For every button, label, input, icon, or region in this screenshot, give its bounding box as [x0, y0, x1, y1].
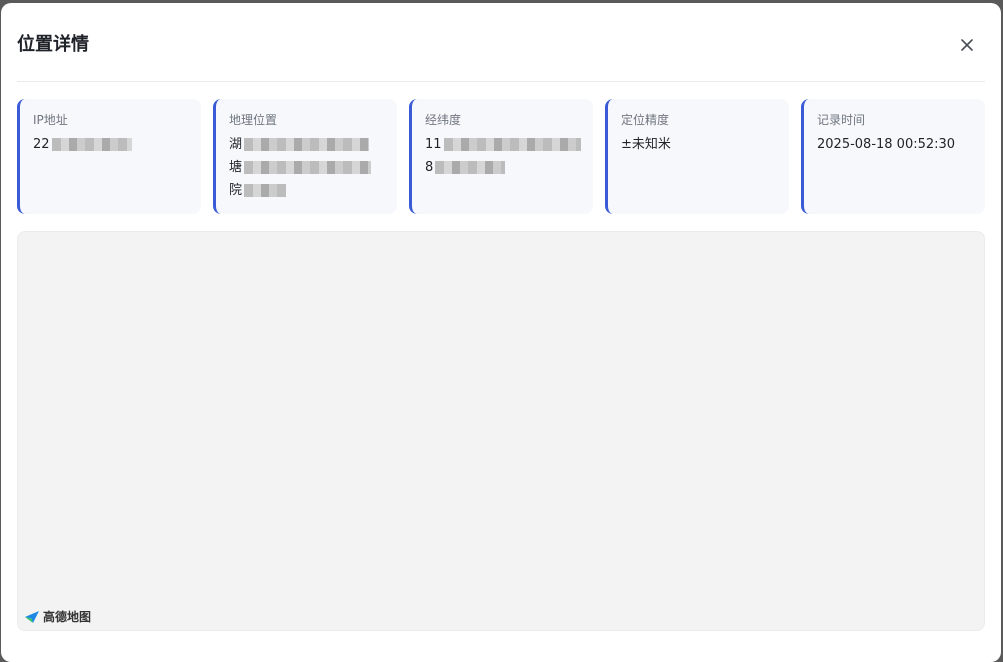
- geo-location-value: 湖 塘 院: [229, 133, 385, 202]
- ip-label: IP地址: [33, 113, 68, 127]
- geo-location-line: 塘: [229, 160, 243, 175]
- record-time-label: 记录时间: [817, 113, 866, 127]
- longitude-line: 11: [425, 137, 442, 152]
- amap-logo-icon: [25, 610, 39, 623]
- accuracy-value: ±未知米: [621, 137, 671, 152]
- dialog-title: 位置详情: [17, 34, 89, 55]
- redacted-mask: [51, 138, 132, 151]
- redacted-mask: [443, 138, 581, 151]
- location-details-dialog: 位置详情 IP地址 22 地理位置 湖 塘 院 经纬度 11 8 定位精度 ±未…: [1, 3, 1001, 662]
- accuracy-label: 定位精度: [621, 113, 670, 127]
- record-time-value: 2025-08-18 00:52:30: [817, 137, 956, 152]
- geo-location-line: 院: [229, 183, 243, 198]
- ip-value-line: 22: [33, 137, 50, 152]
- coordinates-value: 11 8: [425, 133, 581, 179]
- accuracy-card: 定位精度 ±未知米: [605, 99, 789, 214]
- record-time-card: 记录时间 2025-08-18 00:52:30: [801, 99, 985, 214]
- close-icon: [961, 39, 973, 51]
- geo-location-label: 地理位置: [229, 113, 278, 127]
- header-divider: [17, 81, 985, 82]
- latitude-line: 8: [425, 160, 434, 175]
- ip-value: 22: [33, 133, 189, 156]
- geo-location-line: 湖: [229, 137, 243, 152]
- coordinates-label: 经纬度: [425, 113, 462, 127]
- redacted-mask: [244, 161, 372, 174]
- redacted-mask: [244, 138, 370, 151]
- map-provider-name: 高德地图: [43, 610, 92, 624]
- coordinates-card: 经纬度 11 8: [409, 99, 593, 214]
- info-cards: IP地址 22 地理位置 湖 塘 院 经纬度 11 8 定位精度 ±未知米 记录…: [17, 99, 985, 214]
- redacted-mask: [435, 161, 506, 174]
- close-button[interactable]: [955, 33, 979, 57]
- geo-location-card: 地理位置 湖 塘 院: [213, 99, 397, 214]
- redacted-mask: [244, 184, 287, 197]
- ip-card: IP地址 22: [17, 99, 201, 214]
- map-provider-logo: 高德地图: [24, 608, 91, 625]
- map-container[interactable]: 高德地图: [17, 231, 985, 631]
